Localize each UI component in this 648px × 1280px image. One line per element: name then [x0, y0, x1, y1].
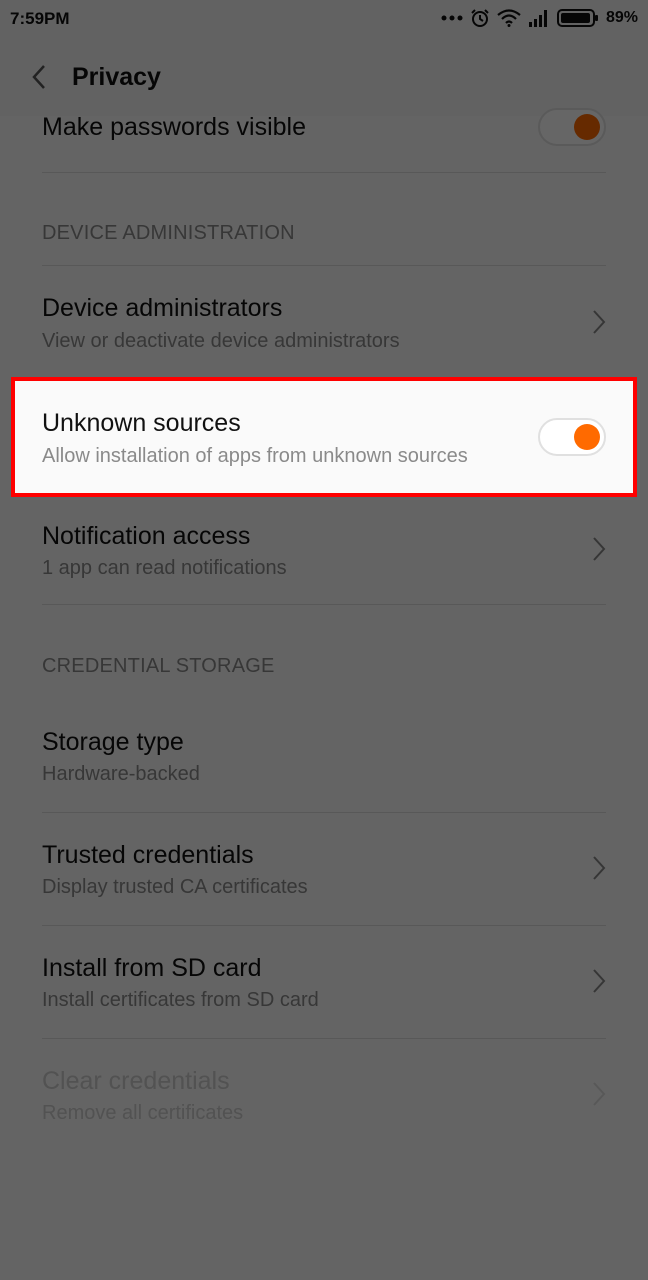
- unknown-sources-row[interactable]: Unknown sources Allow installation of ap…: [11, 377, 637, 497]
- make-passwords-visible-toggle[interactable]: [538, 108, 606, 146]
- status-time: 7:59PM: [10, 9, 70, 28]
- device-administrators-label: Device administrators: [42, 294, 283, 322]
- status-icons: 89%: [441, 7, 638, 29]
- page-title: Privacy: [72, 63, 161, 91]
- unknown-sources-label: Unknown sources: [42, 409, 241, 437]
- notification-access-subtitle: 1 app can read notifications: [42, 557, 287, 579]
- device-administrators-subtitle: View or deactivate device administrators: [42, 330, 400, 352]
- chevron-right-icon: [593, 1082, 606, 1106]
- divider: [42, 172, 606, 173]
- install-from-sd-card-subtitle: Install certificates from SD card: [42, 989, 319, 1011]
- clear-credentials-row: Clear credentials Remove all certificate…: [0, 1039, 648, 1151]
- section-header-credential-storage: CREDENTIAL STORAGE: [42, 655, 275, 677]
- trusted-credentials-subtitle: Display trusted CA certificates: [42, 876, 308, 898]
- top-bar: Privacy: [0, 36, 648, 116]
- alarm-icon: [471, 9, 489, 27]
- battery-icon: [556, 9, 598, 27]
- chevron-right-icon: [593, 856, 606, 880]
- clear-credentials-subtitle: Remove all certificates: [42, 1102, 244, 1124]
- trusted-credentials-row[interactable]: Trusted credentials Display trusted CA c…: [0, 813, 648, 925]
- signal-icon: [528, 10, 547, 27]
- install-from-sd-card-label: Install from SD card: [42, 954, 262, 982]
- chevron-right-icon: [593, 969, 606, 993]
- more-dots-icon: [441, 15, 463, 21]
- unknown-sources-toggle[interactable]: [538, 418, 606, 456]
- chevron-right-icon: [593, 310, 606, 334]
- make-passwords-visible-label: Make passwords visible: [42, 113, 306, 141]
- unknown-sources-subtitle: Allow installation of apps from unknown …: [42, 445, 468, 467]
- device-administrators-row[interactable]: Device administrators View or deactivate…: [0, 266, 648, 378]
- install-from-sd-card-row[interactable]: Install from SD card Install certificate…: [0, 926, 648, 1038]
- storage-type-label: Storage type: [42, 728, 184, 756]
- clear-credentials-label: Clear credentials: [42, 1067, 230, 1095]
- storage-type-row[interactable]: Storage type Hardware-backed: [0, 700, 648, 812]
- divider: [42, 604, 606, 605]
- chevron-right-icon: [593, 537, 606, 561]
- notification-access-label: Notification access: [42, 522, 251, 550]
- trusted-credentials-label: Trusted credentials: [42, 841, 254, 869]
- status-bar: 7:59PM 89%: [0, 0, 648, 36]
- battery-percent: 89%: [605, 9, 638, 26]
- chevron-left-icon[interactable]: [28, 63, 50, 91]
- storage-type-subtitle: Hardware-backed: [42, 763, 200, 785]
- make-passwords-visible-row[interactable]: Make passwords visible: [0, 108, 648, 172]
- toggle-knob: [574, 424, 600, 450]
- section-header-device-administration: DEVICE ADMINISTRATION: [42, 222, 295, 244]
- wifi-icon: [497, 9, 521, 27]
- notification-access-row[interactable]: Notification access 1 app can read notif…: [0, 492, 648, 604]
- toggle-knob: [574, 114, 600, 140]
